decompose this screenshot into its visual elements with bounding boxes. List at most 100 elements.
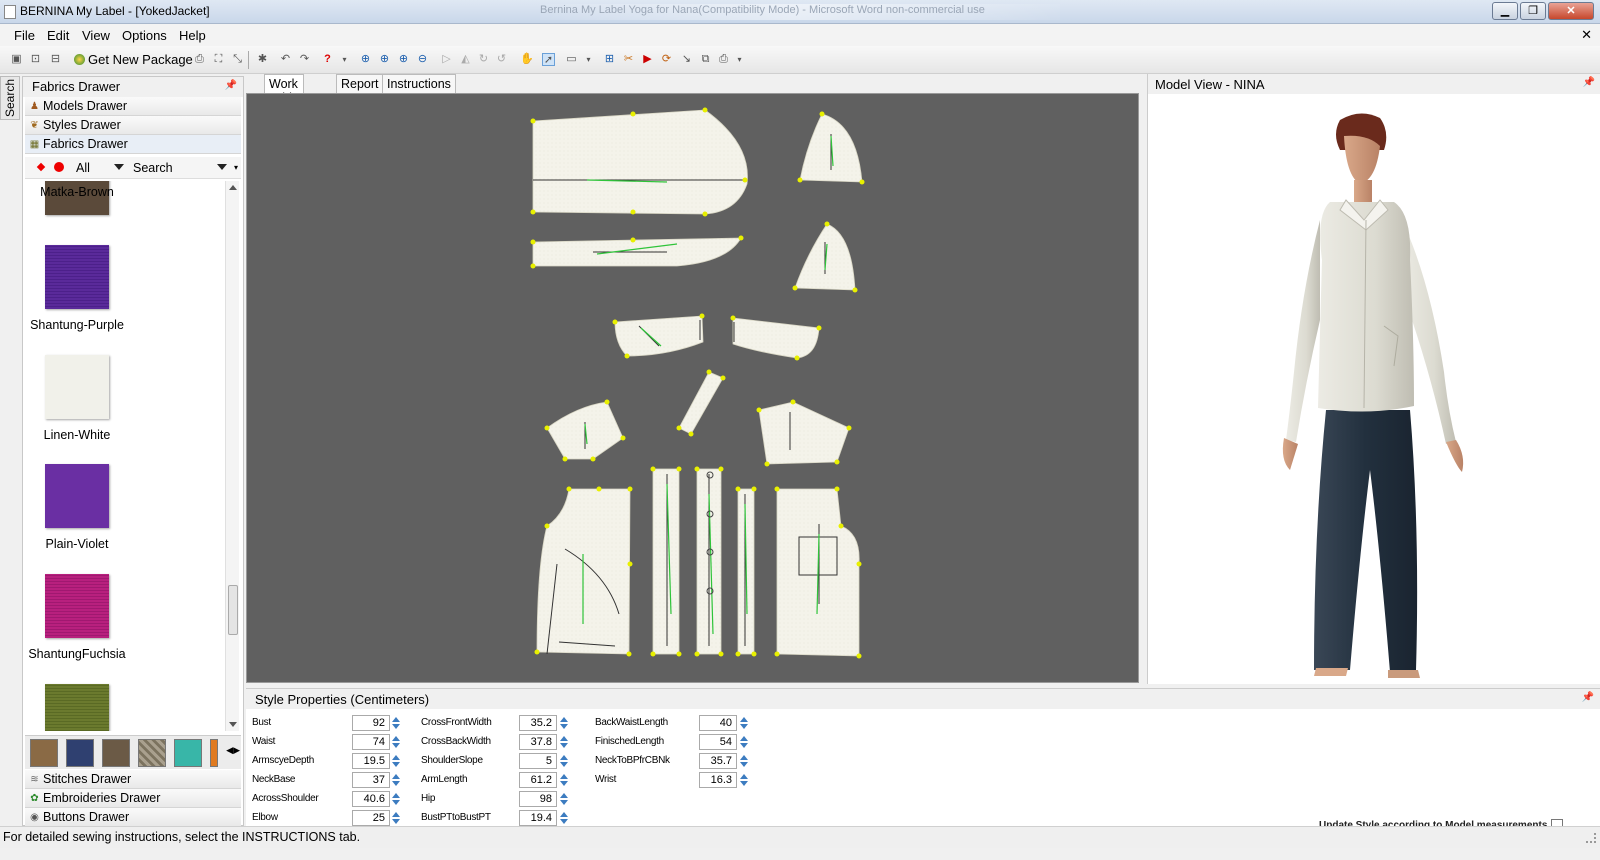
drawer-styles[interactable]: ❦ Styles Drawer [25, 116, 241, 135]
spinner-icon[interactable] [391, 810, 401, 826]
mini-swatch[interactable] [30, 739, 58, 767]
category-select[interactable]: All [71, 159, 126, 177]
work-table-canvas[interactable] [246, 93, 1139, 683]
resize-icon[interactable]: ⤡ [231, 53, 244, 66]
play-icon[interactable]: ▶ [641, 53, 654, 66]
search-side-tab[interactable]: Search [0, 76, 20, 120]
prop-value-input[interactable]: 92 [352, 715, 390, 731]
pin-icon[interactable]: 📌 [225, 80, 237, 91]
sew-icon[interactable]: ✂ [622, 53, 635, 66]
spinner-icon[interactable] [391, 753, 401, 769]
prop-value-input[interactable]: 35.2 [519, 715, 557, 731]
minimize-button[interactable]: ▁ [1492, 2, 1518, 20]
zoom-window-icon[interactable]: ⊞ [603, 53, 616, 66]
spinner-icon[interactable] [391, 734, 401, 750]
move-icon[interactable]: ▷ [440, 53, 453, 66]
tab-instructions[interactable]: Instructions [382, 74, 456, 93]
prop-value-input[interactable]: 19.5 [352, 753, 390, 769]
spinner-icon[interactable] [739, 734, 749, 750]
undo-icon[interactable]: ↶ [279, 53, 292, 66]
menu-options[interactable]: Options [122, 28, 167, 43]
zoom-icon[interactable]: ⊕ [359, 53, 372, 66]
prop-value-input[interactable]: 35.7 [699, 753, 737, 769]
prop-value-input[interactable]: 19.4 [519, 810, 557, 826]
close-document-icon[interactable]: ✕ [1581, 27, 1592, 43]
zoom-out-icon[interactable]: ⊖ [416, 53, 429, 66]
menu-help[interactable]: Help [179, 28, 206, 43]
mirror-icon[interactable]: ◭ [459, 53, 472, 66]
prop-value-input[interactable]: 74 [352, 734, 390, 750]
mini-swatch[interactable] [102, 739, 130, 767]
ruler-icon[interactable]: ▭ [565, 53, 578, 66]
mini-swatch[interactable] [138, 739, 166, 767]
fabric-item[interactable]: ShantungFuchsia [25, 574, 225, 684]
rotate-reverse-icon[interactable]: ↺ [495, 53, 508, 66]
circle-marker-icon[interactable] [54, 162, 64, 172]
close-window-button[interactable]: ✕ [1548, 2, 1594, 20]
zoom-in-icon[interactable]: ⊕ [397, 53, 410, 66]
prop-value-input[interactable]: 16.3 [699, 772, 737, 788]
fabric-item[interactable] [25, 684, 225, 731]
toolbar-overflow-icon-3[interactable]: ▾ [733, 53, 746, 66]
spinner-icon[interactable] [739, 753, 749, 769]
prop-value-input[interactable]: 5 [519, 753, 557, 769]
save-icon[interactable]: ▣ [10, 53, 23, 66]
spinner-icon[interactable] [559, 715, 569, 731]
help-icon[interactable]: ? [321, 53, 334, 66]
arrange-icon[interactable]: ↘ [680, 53, 693, 66]
spinner-icon[interactable] [559, 734, 569, 750]
tab-work-table[interactable]: Work Table [264, 74, 304, 105]
zoom-fit-icon[interactable]: ⊕ [378, 53, 391, 66]
spinner-icon[interactable] [559, 810, 569, 826]
mini-swatch[interactable] [66, 739, 94, 767]
fabric-item[interactable]: Shantung-Purple [25, 245, 225, 355]
menu-view[interactable]: View [82, 28, 110, 43]
spinner-icon[interactable] [391, 772, 401, 788]
fit-page-icon[interactable]: ⛶ [212, 53, 225, 66]
drawer-models[interactable]: ♟ Models Drawer [25, 97, 241, 116]
refresh-icon[interactable]: ⟳ [660, 53, 673, 66]
toolbar-overflow-icon-2[interactable]: ▾ [582, 53, 595, 66]
prop-value-input[interactable]: 37.8 [519, 734, 557, 750]
drawer-buttons[interactable]: ◉ Buttons Drawer [25, 808, 241, 827]
overflow-icon[interactable]: ▾ [234, 159, 241, 177]
prop-value-input[interactable]: 54 [699, 734, 737, 750]
mini-swatch[interactable] [210, 739, 218, 767]
swatch-scroll-arrows-icon[interactable]: ◀▶ [226, 745, 240, 756]
pin-icon[interactable]: 📌 [1582, 692, 1594, 703]
layers-icon[interactable]: ⧉ [699, 53, 712, 66]
fabric-item[interactable]: Plain-Violet [25, 464, 225, 574]
fabric-search-select[interactable]: Search [129, 159, 229, 177]
resize-grip-icon[interactable] [1586, 833, 1596, 843]
diamond-marker-icon[interactable] [36, 162, 46, 172]
tab-report[interactable]: Report [336, 74, 384, 93]
spinner-icon[interactable] [559, 772, 569, 788]
drawer-stitches[interactable]: ≋ Stitches Drawer [25, 770, 241, 789]
spinner-icon[interactable] [739, 772, 749, 788]
prop-value-input[interactable]: 61.2 [519, 772, 557, 788]
drawer-fabrics[interactable]: ▦ Fabrics Drawer [25, 135, 241, 154]
get-new-package-button[interactable]: Get New Package [74, 52, 193, 67]
spinner-icon[interactable] [559, 791, 569, 807]
select-arrow-icon[interactable]: ➚ [542, 53, 555, 66]
prop-value-input[interactable]: 40.6 [352, 791, 390, 807]
pin-icon[interactable]: 📌 [1583, 77, 1595, 88]
redo-icon[interactable]: ↷ [298, 53, 311, 66]
drawer-embroideries[interactable]: ✿ Embroideries Drawer [25, 789, 241, 808]
menu-edit[interactable]: Edit [47, 28, 69, 43]
prop-value-input[interactable]: 25 [352, 810, 390, 826]
print-icon[interactable]: ⎙ [193, 53, 206, 66]
spinner-icon[interactable] [559, 753, 569, 769]
menu-file[interactable]: File [14, 28, 35, 43]
hand-icon[interactable]: ✋ [520, 53, 534, 66]
export-icon[interactable]: ⊟ [49, 53, 62, 66]
prop-value-input[interactable]: 40 [699, 715, 737, 731]
maximize-button[interactable]: ❐ [1520, 2, 1546, 20]
spinner-icon[interactable] [739, 715, 749, 731]
save-as-icon[interactable]: ⊡ [29, 53, 42, 66]
fabric-list-scrollbar[interactable] [225, 181, 239, 731]
fabric-item[interactable]: Linen-White [25, 355, 225, 465]
3d-model-figure[interactable] [1248, 110, 1488, 680]
rotate-icon[interactable]: ↻ [477, 53, 490, 66]
prop-value-input[interactable]: 37 [352, 772, 390, 788]
